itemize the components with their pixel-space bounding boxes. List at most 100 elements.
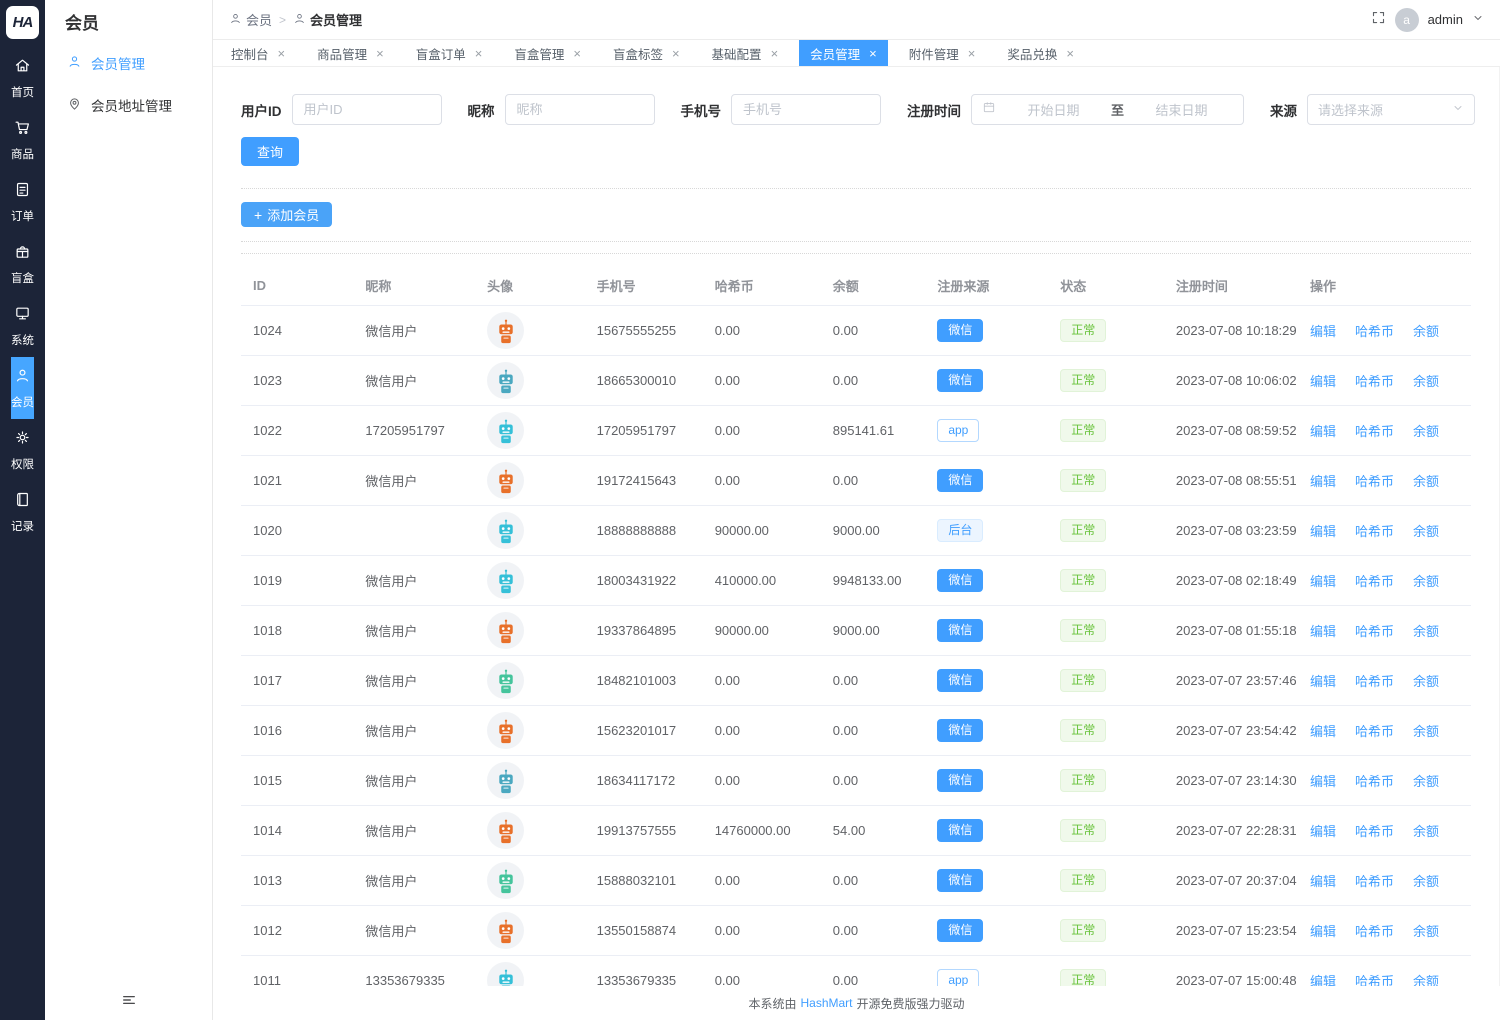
action-hash-coin[interactable]: 哈希币 bbox=[1355, 474, 1394, 489]
date-range-picker[interactable]: 开始日期 至 结束日期 bbox=[971, 94, 1244, 125]
submenu-item-会员地址管理[interactable]: 会员地址管理 bbox=[45, 84, 212, 126]
tab-商品管理[interactable]: 商品管理 × bbox=[306, 40, 395, 66]
tab-奖品兑换[interactable]: 奖品兑换 × bbox=[996, 40, 1085, 66]
rail-item-订单[interactable]: 订单 bbox=[11, 171, 34, 233]
app-logo[interactable]: HA bbox=[6, 6, 39, 39]
tab-会员管理[interactable]: 会员管理 × bbox=[799, 40, 888, 66]
action-hash-coin[interactable]: 哈希币 bbox=[1355, 974, 1394, 986]
action-hash-coin[interactable]: 哈希币 bbox=[1355, 324, 1394, 339]
action-edit[interactable]: 编辑 bbox=[1310, 374, 1336, 389]
close-icon[interactable]: × bbox=[1066, 47, 1074, 60]
rail-item-首页[interactable]: 首页 bbox=[11, 47, 34, 109]
action-balance[interactable]: 余额 bbox=[1413, 874, 1439, 889]
action-edit[interactable]: 编辑 bbox=[1310, 974, 1336, 986]
action-edit[interactable]: 编辑 bbox=[1310, 574, 1336, 589]
action-balance[interactable]: 余额 bbox=[1413, 474, 1439, 489]
add-member-button[interactable]: + 添加会员 bbox=[241, 202, 332, 227]
action-edit[interactable]: 编辑 bbox=[1310, 524, 1336, 539]
tab-盲盒标签[interactable]: 盲盒标签 × bbox=[602, 40, 691, 66]
action-edit[interactable]: 编辑 bbox=[1310, 774, 1336, 789]
action-hash-coin[interactable]: 哈希币 bbox=[1355, 724, 1394, 739]
action-edit[interactable]: 编辑 bbox=[1310, 874, 1336, 889]
phone-input[interactable] bbox=[731, 94, 881, 125]
icon-rail: HA 首页 商品 订单 盲盒 系统 会员 权限 记录 bbox=[0, 0, 45, 1020]
action-balance[interactable]: 余额 bbox=[1413, 724, 1439, 739]
action-hash-coin[interactable]: 哈希币 bbox=[1355, 924, 1394, 939]
cell-id: 1019 bbox=[241, 556, 355, 606]
submenu-item-会员管理[interactable]: 会员管理 bbox=[45, 42, 212, 84]
table-row: 1015 微信用户 18634117172 0.00 0.00 微信 正常 20… bbox=[241, 756, 1471, 806]
close-icon[interactable]: × bbox=[376, 47, 384, 60]
action-edit[interactable]: 编辑 bbox=[1310, 624, 1336, 639]
rail-item-会员[interactable]: 会员 bbox=[11, 357, 34, 419]
start-date-placeholder: 开始日期 bbox=[1002, 100, 1105, 119]
footer-brand-link[interactable]: HashMart bbox=[800, 996, 852, 1010]
chevron-down-icon[interactable] bbox=[1472, 11, 1484, 29]
action-hash-coin[interactable]: 哈希币 bbox=[1355, 524, 1394, 539]
person-icon bbox=[293, 12, 306, 28]
user-id-input[interactable] bbox=[292, 94, 442, 125]
close-icon[interactable]: × bbox=[672, 47, 680, 60]
action-balance[interactable]: 余额 bbox=[1413, 974, 1439, 986]
tab-控制台[interactable]: 控制台 × bbox=[220, 40, 296, 66]
rail-item-盲盒[interactable]: 盲盒 bbox=[11, 233, 34, 295]
action-edit[interactable]: 编辑 bbox=[1310, 474, 1336, 489]
rail-item-记录[interactable]: 记录 bbox=[11, 481, 34, 543]
rail-item-商品[interactable]: 商品 bbox=[11, 109, 34, 171]
action-balance[interactable]: 余额 bbox=[1413, 574, 1439, 589]
action-balance[interactable]: 余额 bbox=[1413, 674, 1439, 689]
action-balance[interactable]: 余额 bbox=[1413, 374, 1439, 389]
home-icon bbox=[14, 57, 31, 79]
close-icon[interactable]: × bbox=[475, 47, 483, 60]
cell-reg-time: 2023-07-08 02:18:49 bbox=[1166, 556, 1300, 606]
close-icon[interactable]: × bbox=[573, 47, 581, 60]
action-balance[interactable]: 余额 bbox=[1413, 824, 1439, 839]
username-label[interactable]: admin bbox=[1428, 12, 1463, 27]
phone-label: 手机号 bbox=[681, 100, 722, 120]
rail-item-label: 商品 bbox=[11, 146, 34, 162]
tab-附件管理[interactable]: 附件管理 × bbox=[898, 40, 987, 66]
action-hash-coin[interactable]: 哈希币 bbox=[1355, 574, 1394, 589]
action-hash-coin[interactable]: 哈希币 bbox=[1355, 374, 1394, 389]
action-balance[interactable]: 余额 bbox=[1413, 424, 1439, 439]
action-hash-coin[interactable]: 哈希币 bbox=[1355, 874, 1394, 889]
tab-基础配置[interactable]: 基础配置 × bbox=[701, 40, 790, 66]
action-hash-coin[interactable]: 哈希币 bbox=[1355, 674, 1394, 689]
cell-avatar bbox=[477, 806, 586, 856]
action-balance[interactable]: 余额 bbox=[1413, 624, 1439, 639]
filter-nickname: 昵称 bbox=[468, 94, 655, 125]
action-hash-coin[interactable]: 哈希币 bbox=[1355, 624, 1394, 639]
action-hash-coin[interactable]: 哈希币 bbox=[1355, 774, 1394, 789]
action-balance[interactable]: 余额 bbox=[1413, 924, 1439, 939]
action-edit[interactable]: 编辑 bbox=[1310, 824, 1336, 839]
nickname-input[interactable] bbox=[505, 94, 655, 125]
cell-nickname: 微信用户 bbox=[355, 356, 477, 406]
close-icon[interactable]: × bbox=[968, 47, 976, 60]
action-balance[interactable]: 余额 bbox=[1413, 324, 1439, 339]
action-edit[interactable]: 编辑 bbox=[1310, 324, 1336, 339]
rail-item-权限[interactable]: 权限 bbox=[11, 419, 34, 481]
action-edit[interactable]: 编辑 bbox=[1310, 724, 1336, 739]
tab-盲盒管理[interactable]: 盲盒管理 × bbox=[503, 40, 592, 66]
close-icon[interactable]: × bbox=[771, 47, 779, 60]
action-edit[interactable]: 编辑 bbox=[1310, 924, 1336, 939]
collapse-toggle-button[interactable] bbox=[45, 984, 212, 1020]
source-select[interactable]: 请选择来源 bbox=[1307, 94, 1475, 125]
tab-盲盒订单[interactable]: 盲盒订单 × bbox=[405, 40, 494, 66]
fullscreen-icon[interactable] bbox=[1371, 10, 1386, 30]
action-hash-coin[interactable]: 哈希币 bbox=[1355, 824, 1394, 839]
cell-status: 正常 bbox=[1050, 756, 1166, 806]
search-button[interactable]: 查询 bbox=[241, 137, 299, 166]
close-icon[interactable]: × bbox=[278, 47, 286, 60]
cell-nickname: 微信用户 bbox=[355, 906, 477, 956]
action-edit[interactable]: 编辑 bbox=[1310, 424, 1336, 439]
action-balance[interactable]: 余额 bbox=[1413, 524, 1439, 539]
action-hash-coin[interactable]: 哈希币 bbox=[1355, 424, 1394, 439]
breadcrumb: 会员 > 会员管理 bbox=[229, 10, 362, 29]
action-balance[interactable]: 余额 bbox=[1413, 774, 1439, 789]
breadcrumb-item-member[interactable]: 会员 bbox=[229, 10, 272, 29]
close-icon[interactable]: × bbox=[869, 47, 877, 60]
action-edit[interactable]: 编辑 bbox=[1310, 674, 1336, 689]
avatar[interactable]: a bbox=[1395, 8, 1419, 32]
rail-item-系统[interactable]: 系统 bbox=[11, 295, 34, 357]
